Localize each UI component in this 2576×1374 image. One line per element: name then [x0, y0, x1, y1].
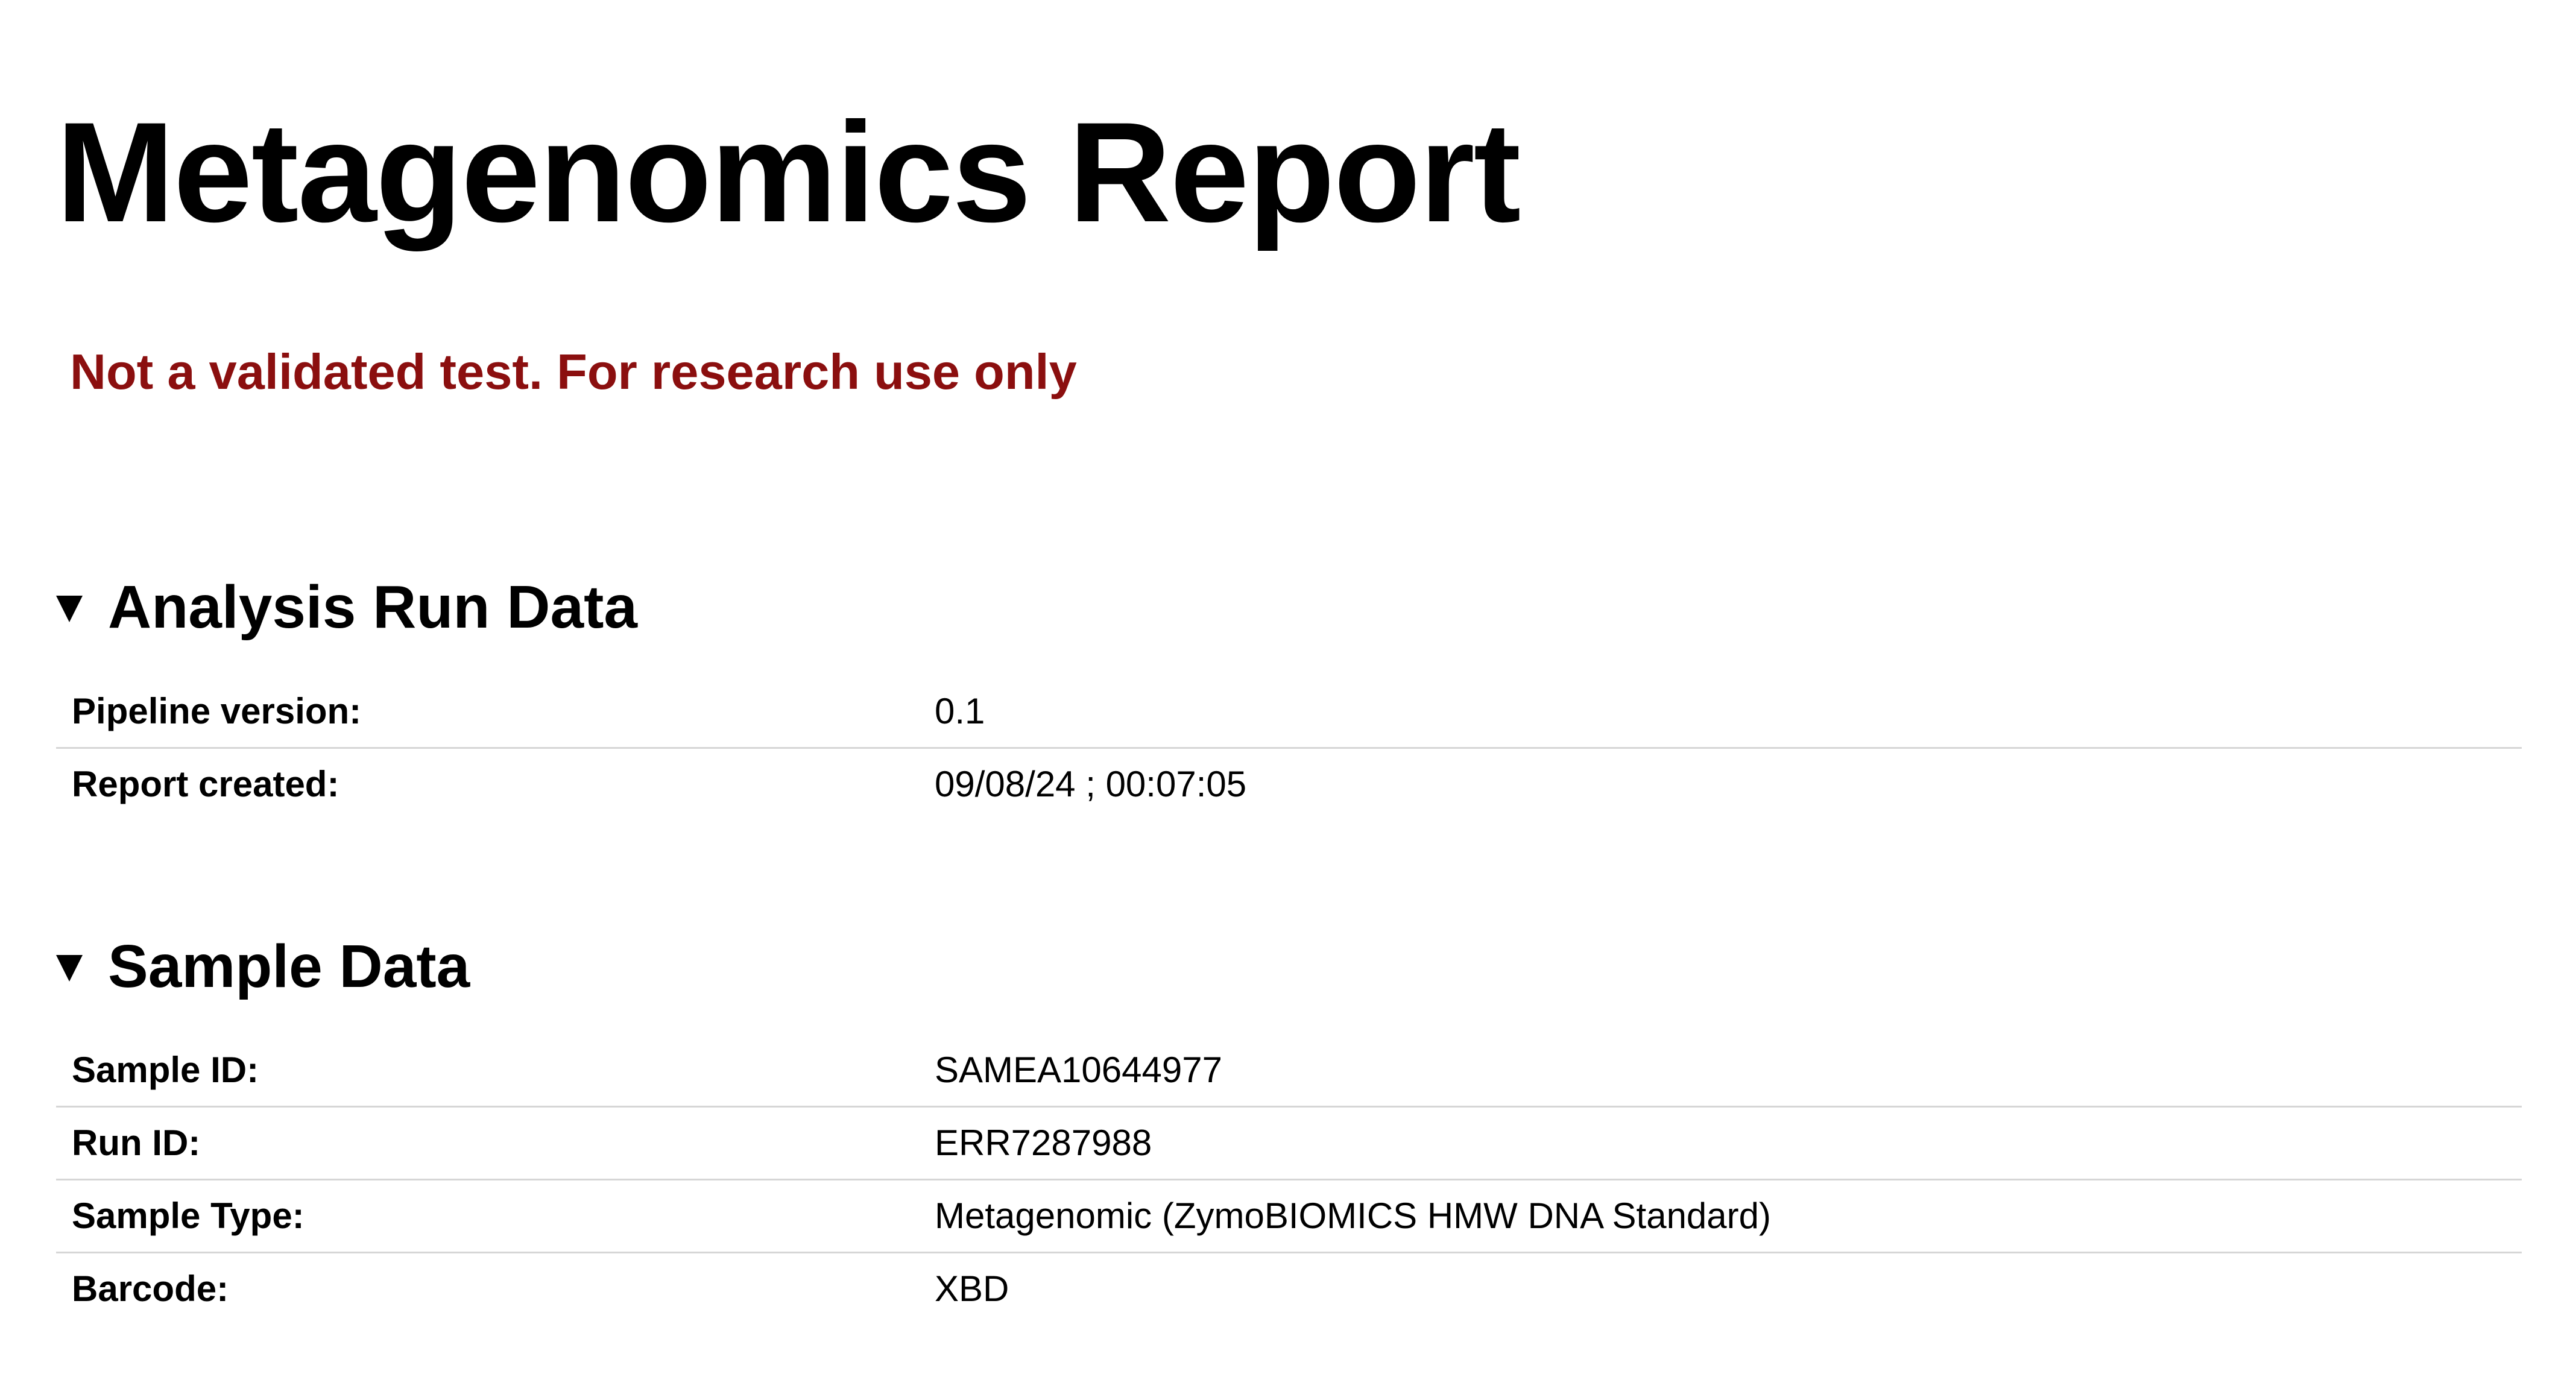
sample-section-title: Sample Data: [108, 933, 470, 1000]
page-title: Metagenomics Report: [56, 93, 1521, 252]
report-created-value: 09/08/24 ; 00:07:05: [935, 747, 2522, 820]
analysis-run-section-title: Analysis Run Data: [108, 573, 638, 641]
sample-type-value: Metagenomic (ZymoBIOMICS HMW DNA Standar…: [935, 1179, 2522, 1253]
sample-section-toggle[interactable]: Sample Data: [56, 933, 470, 1000]
analysis-run-table: Pipeline version: 0.1 Report created: 09…: [56, 676, 2522, 820]
barcode-label: Barcode:: [56, 1252, 935, 1325]
report-created-label: Report created:: [56, 747, 935, 820]
triangle-down-icon[interactable]: [56, 596, 83, 622]
table-row: Report created: 09/08/24 ; 00:07:05: [56, 747, 2522, 820]
run-id-label: Run ID:: [56, 1106, 935, 1180]
analysis-run-section-toggle[interactable]: Analysis Run Data: [56, 574, 637, 640]
pipeline-version-label: Pipeline version:: [72, 691, 362, 731]
run-id-value: ERR7287988: [935, 1106, 2522, 1180]
sample-id-label: Sample ID:: [72, 1050, 259, 1090]
table-row: Barcode: XBD: [56, 1252, 2522, 1325]
table-row: Pipeline version: 0.1: [56, 676, 2522, 748]
table-row: Sample Type: Metagenomic (ZymoBIOMICS HM…: [56, 1179, 2522, 1253]
barcode-value: XBD: [935, 1252, 2522, 1325]
sample-type-label: Sample Type:: [56, 1179, 935, 1253]
table-row: Sample ID: SAMEA10644977: [56, 1035, 2522, 1107]
report-page: Metagenomics Report Not a validated test…: [0, 0, 2576, 1374]
triangle-down-icon[interactable]: [56, 955, 83, 982]
sample-id-value: SAMEA10644977: [935, 1050, 1223, 1090]
table-row: Run ID: ERR7287988: [56, 1106, 2522, 1180]
pipeline-version-value: 0.1: [935, 691, 985, 731]
research-use-disclaimer: Not a validated test. For research use o…: [70, 344, 1077, 400]
sample-data-table: Sample ID: SAMEA10644977 Run ID: ERR7287…: [56, 1035, 2522, 1325]
